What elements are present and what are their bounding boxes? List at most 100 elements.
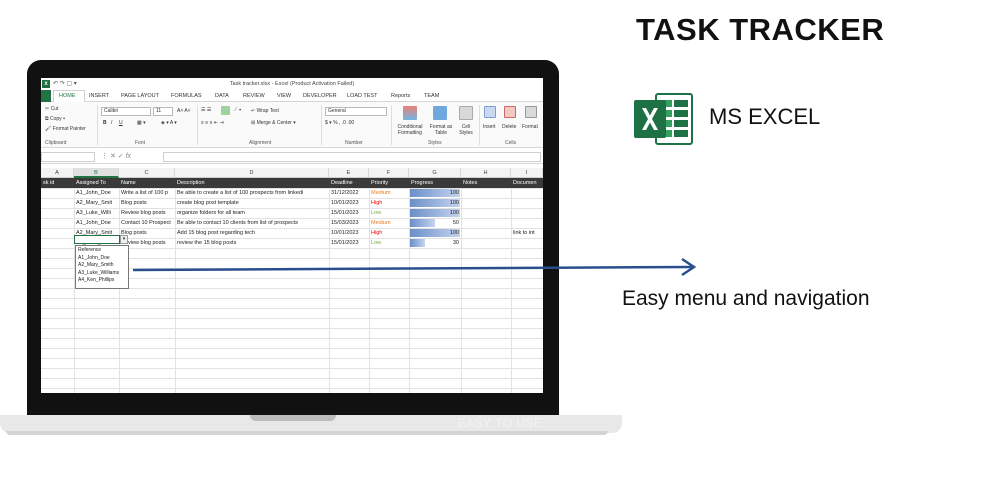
borders-icon[interactable]: ▦ ▾ xyxy=(137,120,146,126)
cell-progress[interactable]: 100 xyxy=(409,188,459,198)
column-header-f[interactable]: F xyxy=(369,168,409,178)
table-header-cell[interactable]: Name xyxy=(119,178,175,188)
format-as-table-icon[interactable] xyxy=(433,106,447,120)
cell-name[interactable]: Blog posts xyxy=(119,198,175,208)
cell-deadline[interactable]: 15/01/2023 xyxy=(329,238,369,248)
cell-priority[interactable]: High xyxy=(369,228,409,238)
cell-priority[interactable]: Low xyxy=(369,208,409,218)
cell-name[interactable]: Write a list of 100 p xyxy=(119,188,175,198)
number-format-select[interactable]: General xyxy=(325,107,387,116)
cell-progress[interactable]: 30 xyxy=(409,238,459,248)
cell-assigned-to[interactable]: A3_Luke_Willi xyxy=(74,208,119,218)
horizontal-align-icon[interactable]: ≡ ≡ ≡ ⇤ ⇥ xyxy=(201,120,224,126)
tab-load-test[interactable]: LOAD TEST xyxy=(347,93,377,99)
underline-button[interactable]: U xyxy=(119,120,123,126)
tab-formulas[interactable]: FORMULAS xyxy=(171,93,202,99)
table-header-cell[interactable]: Deadline xyxy=(329,178,369,188)
cell-name[interactable]: Contact 10 Prospect xyxy=(119,218,175,228)
format-painter-button[interactable]: 🖌 Format Painter xyxy=(45,126,86,132)
tab-insert[interactable]: INSERT xyxy=(89,93,109,99)
top-align-icon[interactable]: ☰ ☰ xyxy=(201,107,211,113)
fill-color-icon[interactable]: ◈ ▾ A ▾ xyxy=(161,120,177,126)
cell-styles-icon[interactable] xyxy=(459,106,473,120)
table-header-cell[interactable]: Progress xyxy=(409,178,461,188)
tab-reports[interactable]: Reports xyxy=(391,93,410,99)
column-header-a[interactable]: A xyxy=(41,168,74,178)
insert-cells-icon[interactable] xyxy=(484,106,496,118)
column-header-h[interactable]: H xyxy=(461,168,511,178)
tab-developer[interactable]: DEVELOPER xyxy=(303,93,337,99)
dropdown-option[interactable]: A2_Mary_Smith xyxy=(78,262,126,270)
cell-progress[interactable]: 100 xyxy=(409,228,459,238)
table-header-cell[interactable]: Priority xyxy=(369,178,409,188)
column-header-i[interactable]: I xyxy=(511,168,543,178)
cell-description[interactable]: Add 15 blog post regarding tech xyxy=(175,228,329,238)
column-header-d[interactable]: D xyxy=(175,168,329,178)
name-box[interactable] xyxy=(41,152,95,162)
cell-description[interactable]: organize folders for all team xyxy=(175,208,329,218)
bold-button[interactable]: B xyxy=(103,120,107,126)
dropdown-option[interactable]: Reference xyxy=(78,247,126,255)
conditional-formatting-icon[interactable] xyxy=(403,106,417,120)
formula-input[interactable] xyxy=(163,152,541,162)
middle-align-icon[interactable] xyxy=(221,106,230,115)
cell-document[interactable]: link to int xyxy=(511,228,543,238)
cell-priority[interactable]: Medium xyxy=(369,188,409,198)
column-header-e[interactable]: E xyxy=(329,168,369,178)
file-tab[interactable] xyxy=(41,90,51,102)
format-button[interactable]: Format xyxy=(522,124,538,130)
delete-cells-icon[interactable] xyxy=(504,106,516,118)
data-validation-dropdown[interactable]: Reference A1_John_Doe A2_Mary_Smith A3_L… xyxy=(75,245,129,289)
column-header-g[interactable]: G xyxy=(409,168,461,178)
orientation-icon[interactable]: ⟋ ▾ xyxy=(234,107,241,113)
font-grow-shrink-icon[interactable]: A˄ A˅ xyxy=(177,108,191,114)
cell-styles-button[interactable]: Cell Styles xyxy=(455,124,477,136)
table-header-cell[interactable]: Documen xyxy=(511,178,543,188)
cell-deadline[interactable]: 31/12/2022 xyxy=(329,188,369,198)
insert-button[interactable]: Insert xyxy=(483,124,496,130)
tab-review[interactable]: REVIEW xyxy=(243,93,265,99)
tab-page-layout[interactable]: PAGE LAYOUT xyxy=(121,93,159,99)
cell-assigned-to[interactable]: A1_John_Doe xyxy=(74,188,119,198)
wrap-text-button[interactable]: ↵ Wrap Text xyxy=(251,108,279,114)
format-as-table-button[interactable]: Format as Table xyxy=(427,124,455,136)
table-header-cell[interactable]: Notes xyxy=(461,178,511,188)
cell-description[interactable]: Be able to contact 10 clients from list … xyxy=(175,218,329,228)
cut-button[interactable]: ✂ Cut xyxy=(45,106,58,112)
column-header-b[interactable]: B xyxy=(74,168,119,178)
cell-progress[interactable]: 100 xyxy=(409,208,459,218)
table-header-cell[interactable]: sk id xyxy=(41,178,74,188)
font-size-select[interactable]: 11 xyxy=(153,107,173,116)
cell-description[interactable]: review the 15 blog posts xyxy=(175,238,329,248)
cell-priority[interactable]: Medium xyxy=(369,218,409,228)
delete-button[interactable]: Delete xyxy=(502,124,516,130)
number-format-icons[interactable]: $ ▾ % , .0 .00 xyxy=(325,120,354,126)
tab-view[interactable]: VIEW xyxy=(277,93,291,99)
table-header-cell[interactable]: Assigned To xyxy=(74,178,119,188)
cell-deadline[interactable]: 10/01/2023 xyxy=(329,228,369,238)
tab-data[interactable]: DATA xyxy=(215,93,229,99)
format-cells-icon[interactable] xyxy=(525,106,537,118)
tab-home[interactable]: HOME xyxy=(59,93,76,99)
cell-priority[interactable]: Low xyxy=(369,238,409,248)
table-header-cell[interactable]: Description xyxy=(175,178,329,188)
font-name-select[interactable]: Calibri xyxy=(101,107,151,116)
cell-description[interactable]: create blog post template xyxy=(175,198,329,208)
conditional-formatting-button[interactable]: Conditional Formatting xyxy=(395,124,425,136)
cell-description[interactable]: Be able to create a list of 100 prospect… xyxy=(175,188,329,198)
cell-deadline[interactable]: 10/01/2023 xyxy=(329,198,369,208)
cell-priority[interactable]: High xyxy=(369,198,409,208)
selected-cell[interactable] xyxy=(74,235,120,244)
formula-controls[interactable]: ⋮ ✕ ✓ fx xyxy=(101,152,131,160)
italic-button[interactable]: I xyxy=(111,120,112,126)
cell-deadline[interactable]: 15/01/2023 xyxy=(329,208,369,218)
column-header-c[interactable]: C xyxy=(119,168,175,178)
dropdown-option[interactable]: A1_John_Doe xyxy=(78,255,126,263)
cell-deadline[interactable]: 15/03/2023 xyxy=(329,218,369,228)
cell-progress[interactable]: 50 xyxy=(409,218,459,228)
merge-center-button[interactable]: ⊞ Merge & Center ▾ xyxy=(251,120,296,126)
tab-team[interactable]: TEAM xyxy=(424,93,439,99)
cell-assigned-to[interactable]: A1_John_Doe xyxy=(74,218,119,228)
dropdown-option[interactable]: A4_Ken_Phillips xyxy=(78,277,126,285)
cell-name[interactable]: Review blog posts xyxy=(119,208,175,218)
